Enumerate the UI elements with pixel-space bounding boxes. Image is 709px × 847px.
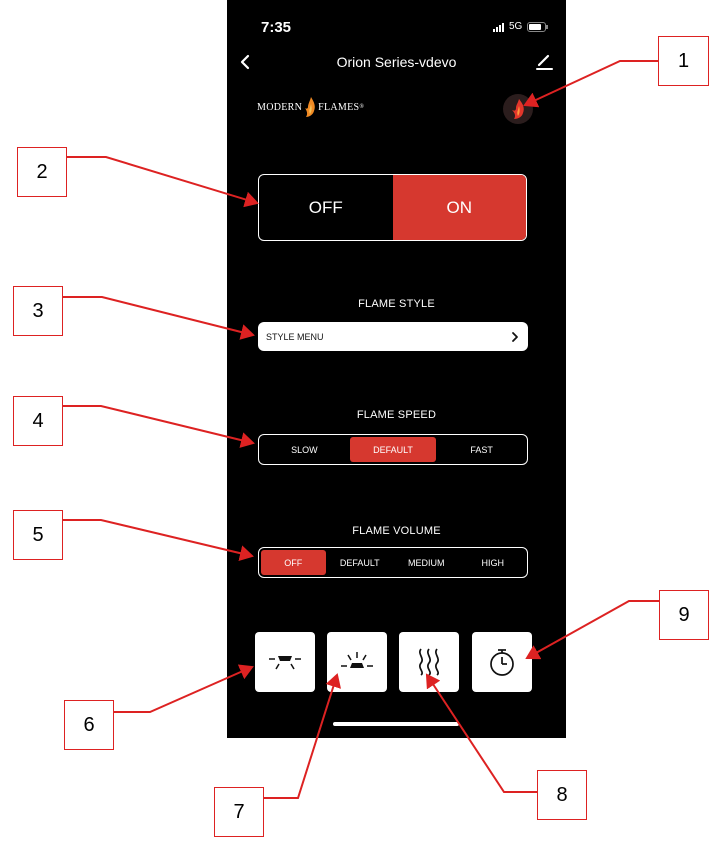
callout-9: 9 [659, 590, 709, 640]
callout-8: 8 [537, 770, 587, 820]
callout-6: 6 [64, 700, 114, 750]
callout-3: 3 [13, 286, 63, 336]
callout-5: 5 [13, 510, 63, 560]
callout-4: 4 [13, 396, 63, 446]
callout-2: 2 [17, 147, 67, 197]
callout-7: 7 [214, 787, 264, 837]
callout-1: 1 [658, 36, 709, 86]
